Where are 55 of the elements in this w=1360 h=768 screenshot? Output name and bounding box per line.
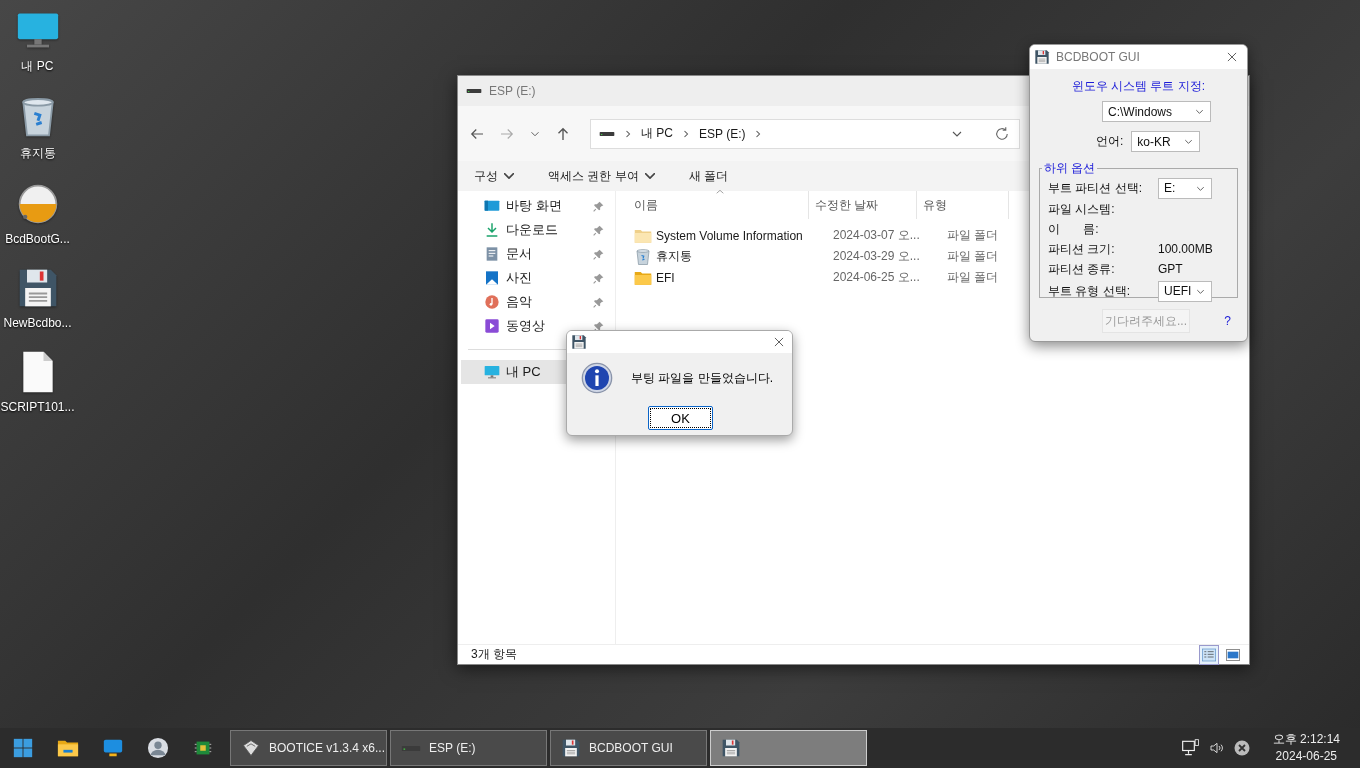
field-value: GPT bbox=[1158, 262, 1183, 276]
column-header[interactable]: 이름 bbox=[616, 191, 809, 219]
clock-time: 오후 2:12:14 bbox=[1272, 731, 1340, 748]
desktop-icon-label[interactable]: NewBcdbo... bbox=[3, 316, 72, 330]
toolbar-button[interactable]: 액세스 권한 부여 bbox=[544, 165, 659, 187]
window-title: ESP (E:) bbox=[489, 84, 536, 98]
nav-item[interactable]: 문서 bbox=[458, 242, 615, 266]
field-label: 이 름: bbox=[1048, 220, 1100, 238]
table-cell-text: 파일 폴더 bbox=[946, 227, 1000, 244]
field-label: 부트 파티션 선택: bbox=[1048, 179, 1143, 197]
field-label: 파티션 종류: bbox=[1048, 260, 1116, 278]
nav-item[interactable]: 동영상 bbox=[458, 314, 615, 338]
taskbar-button[interactable]: ESP (E:) bbox=[390, 730, 547, 766]
taskbar-button[interactable]: BOOTICE v1.3.4 x6... bbox=[230, 730, 387, 766]
address-bar[interactable]: 내 PC ESP (E:) bbox=[590, 118, 1020, 149]
dropdown[interactable]: ko-KR bbox=[1131, 131, 1201, 152]
column-header[interactable]: 수정한 날짜 bbox=[809, 191, 917, 219]
table-cell-text: 파일 폴더 bbox=[946, 248, 1000, 265]
field-label: 부트 유형 선택: bbox=[1048, 282, 1131, 300]
message-text: 부팅 파일을 만들었습니다. bbox=[631, 369, 773, 387]
table-cell-text: 2024-03-29 오... bbox=[832, 248, 921, 265]
window-title: BCDBOOT GUI bbox=[1056, 50, 1141, 64]
status-text: 3개 항목 bbox=[471, 646, 518, 663]
nav-item[interactable]: 음악 bbox=[458, 290, 615, 314]
group-title: 하위 옵션 bbox=[1043, 160, 1097, 177]
column-header[interactable]: 유형 bbox=[917, 191, 1009, 219]
field-label: 파티션 크기: bbox=[1048, 240, 1116, 258]
breadcrumb-item[interactable]: ESP (E:) bbox=[699, 126, 746, 141]
field-label: 언어: bbox=[1096, 133, 1124, 150]
taskbar-button[interactable]: BCDBOOT GUI bbox=[550, 730, 707, 766]
table-cell-text: 파일 폴더 bbox=[946, 269, 1000, 286]
desktop-icon-label[interactable]: 내 PC bbox=[21, 58, 54, 75]
toolbar-button[interactable]: 구성 bbox=[470, 165, 518, 187]
desktop-icon-label[interactable]: 휴지통 bbox=[19, 145, 56, 162]
nav-item[interactable]: 바탕 화면 bbox=[458, 194, 615, 218]
field-label: 윈도우 시스템 루트 지정: bbox=[1071, 78, 1206, 95]
file-name[interactable]: 휴지통 bbox=[656, 248, 692, 265]
dropdown[interactable]: UEFI bbox=[1158, 280, 1212, 302]
file-name[interactable]: System Volume Information bbox=[656, 228, 803, 243]
nav-item[interactable]: 사진 bbox=[458, 266, 615, 290]
clock-date: 2024-06-25 bbox=[1275, 748, 1337, 765]
file-name[interactable]: EFI bbox=[656, 270, 675, 285]
desktop-icon-label[interactable]: SCRIPT101... bbox=[0, 400, 75, 414]
field-value: 100.00MB bbox=[1158, 242, 1213, 256]
dropdown[interactable]: E: bbox=[1158, 177, 1212, 199]
breadcrumb-item[interactable]: 내 PC bbox=[641, 125, 673, 142]
dropdown[interactable]: C:\Windows bbox=[1102, 101, 1211, 122]
toolbar-button[interactable]: 새 폴더 bbox=[684, 165, 732, 187]
desktop-icon-label[interactable]: BcdBootG... bbox=[5, 232, 70, 246]
help-link[interactable]: ? bbox=[1224, 314, 1231, 328]
table-cell-text: 2024-06-25 오... bbox=[832, 269, 921, 286]
nav-item[interactable]: 다운로드 bbox=[458, 218, 615, 242]
table-cell-text: 2024-03-07 오... bbox=[832, 227, 921, 244]
ok-button[interactable]: OK bbox=[648, 406, 713, 430]
field-label: 파일 시스템: bbox=[1048, 200, 1116, 218]
